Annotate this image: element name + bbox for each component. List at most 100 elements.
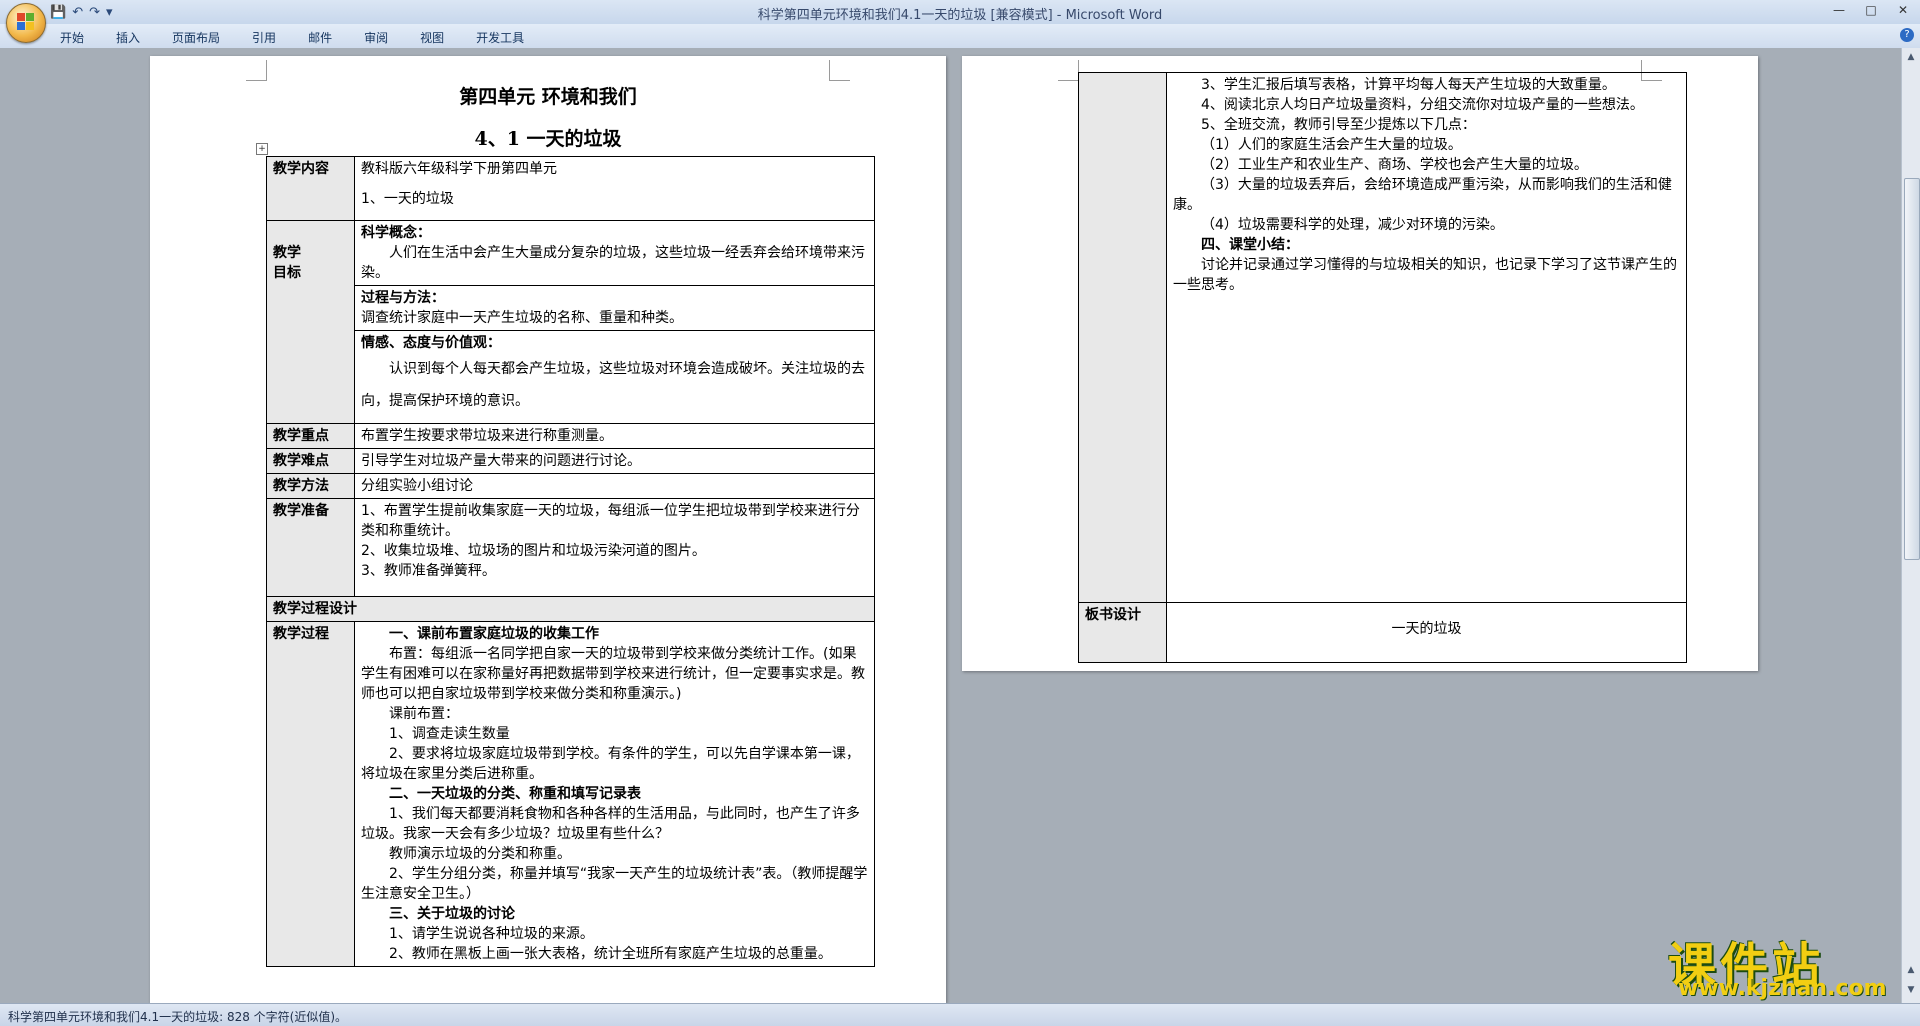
tab-home[interactable]: 开始 — [60, 29, 84, 46]
table-row: 板书设计 一天的垃圾 — [1078, 602, 1687, 663]
objective-title: 过程与方法： — [361, 290, 445, 306]
objective-text: 认识到每个人每天都会产生垃圾，这些垃圾对环境会造成破坏。关注垃圾的去向，提高保护… — [361, 361, 865, 409]
content-line: 四、课堂小结： — [1201, 237, 1299, 253]
watermark-url: www.kjzhan.com — [1678, 976, 1887, 1001]
tab-insert[interactable]: 插入 — [116, 29, 140, 46]
scroll-up-icon[interactable]: ▲ — [1904, 50, 1918, 64]
crop-mark — [1058, 60, 1079, 81]
content-line: 3、学生汇报后填写表格，计算平均每人每天产生垃圾的大致重量。 — [1201, 77, 1616, 93]
row-label: 教学难点 — [266, 448, 355, 474]
content-line: 1、请学生说说各种垃圾的来源。 — [389, 926, 594, 942]
objective-attitude: 情感、态度与价值观： 认识到每个人每天都会产生垃圾，这些垃圾对环境会造成破坏。关… — [355, 331, 874, 423]
objective-text: 调查统计家庭中一天产生垃圾的名称、重量和种类。 — [361, 310, 683, 326]
row-content[interactable]: 1、布置学生提前收集家庭一天的垃圾，每组派一位学生把垃圾带到学校来进行分类和称重… — [354, 498, 875, 597]
row-content[interactable]: 布置学生按要求带垃圾来进行称重测量。 — [354, 423, 875, 449]
content-line: 3、教师准备弹簧秤。 — [361, 563, 496, 579]
process-design-header: 教学过程设计 — [266, 596, 875, 622]
document-page-1[interactable]: 第四单元 环境和我们 4、1 一天的垃圾 教学内容 教科版六年级科学下册第四单元… — [150, 56, 946, 1003]
content-line: 1、一天的垃圾 — [361, 191, 454, 207]
objectives-label: 教学目标 — [273, 245, 301, 281]
content-line: （3）大量的垃圾丢弃后，会给环境造成严重污染，从而影响我们的生活和健康。 — [1173, 177, 1672, 213]
content-line: （2）工业生产和农业生产、商场、学校也会产生大量的垃圾。 — [1201, 157, 1588, 173]
document-page-2[interactable]: 3、学生汇报后填写表格，计算平均每人每天产生垃圾的大致重量。 4、阅读北京人均日… — [962, 56, 1758, 671]
scroll-thumb[interactable] — [1904, 178, 1920, 560]
row-content[interactable]: 3、学生汇报后填写表格，计算平均每人每天产生垃圾的大致重量。 4、阅读北京人均日… — [1166, 72, 1687, 603]
objective-title: 科学概念： — [361, 225, 431, 241]
content-line: 1、调查走读生数量 — [389, 726, 510, 742]
content-line: 1、布置学生提前收集家庭一天的垃圾，每组派一位学生把垃圾带到学校来进行分类和称重… — [361, 503, 860, 539]
content-line: 二、一天垃圾的分类、称重和填写记录表 — [389, 786, 641, 802]
table-row: 教学过程 一、课前布置家庭垃圾的收集工作 布置：每组派一名同学把自家一天的垃圾带… — [266, 621, 875, 967]
tab-mailings[interactable]: 邮件 — [308, 29, 332, 46]
table-row: 教学方法 分组实验小组讨论 — [266, 473, 875, 499]
tab-references[interactable]: 引用 — [252, 29, 276, 46]
objective-title: 情感、态度与价值观： — [361, 335, 501, 351]
objective-concept: 科学概念： 人们在生活中会产生大量成分复杂的垃圾，这些垃圾一经丢弃会给环境带来污… — [355, 221, 874, 286]
content-line: 4、阅读北京人均日产垃圾量资料，分组交流你对垃圾产量的一些想法。 — [1201, 97, 1644, 113]
redo-icon[interactable]: ↷ — [89, 5, 100, 20]
quick-access-toolbar: 💾 ↶ ↷ ▾ — [50, 3, 113, 21]
lesson-plan-table-continued: 3、学生汇报后填写表格，计算平均每人每天产生垃圾的大致重量。 4、阅读北京人均日… — [1078, 72, 1687, 663]
undo-icon[interactable]: ↶ — [72, 5, 83, 20]
lesson-plan-table: 教学内容 教科版六年级科学下册第四单元 1、一天的垃圾 教学目标 科学概念： 人… — [266, 156, 875, 967]
maximize-button[interactable]: □ — [1858, 2, 1884, 18]
status-bar: 科学第四单元环境和我们4.1一天的垃圾: 828 个字符(近似值)。 — [0, 1003, 1920, 1026]
office-logo-icon — [17, 13, 35, 31]
site-watermark: 课件站 www.kjzhan.com — [1668, 926, 1908, 1002]
content-line: 教师演示垃圾的分类和称重。 — [389, 846, 571, 862]
tab-view[interactable]: 视图 — [420, 29, 444, 46]
content-line: 1、我们每天都要消耗食物和各种各样的生活用品，与此同时，也产生了许多垃圾。我家一… — [361, 806, 860, 842]
save-icon[interactable]: 💾 — [50, 5, 66, 20]
unit-heading: 第四单元 环境和我们 — [459, 86, 637, 108]
lesson-heading: 4、1 一天的垃圾 — [474, 128, 622, 150]
status-text: 科学第四单元环境和我们4.1一天的垃圾: 828 个字符(近似值)。 — [8, 1010, 348, 1024]
content-line: 三、关于垃圾的讨论 — [389, 906, 515, 922]
row-label: 教学内容 — [266, 156, 355, 221]
row-label: 教学方法 — [266, 473, 355, 499]
content-line: 2、要求将垃圾家庭垃圾带到学校。有条件的学生，可以先自学课本第一课，将垃圾在家里… — [361, 746, 860, 782]
content-line: 课前布置： — [389, 706, 459, 722]
minimize-button[interactable]: — — [1826, 2, 1852, 18]
table-row: 教学目标 科学概念： 人们在生活中会产生大量成分复杂的垃圾，这些垃圾一经丢弃会给… — [266, 220, 875, 424]
ribbon: 开始 插入 页面布局 引用 邮件 审阅 视图 开发工具 ? — [0, 24, 1920, 49]
content-line: （1）人们的家庭生活会产生大量的垃圾。 — [1201, 137, 1462, 153]
window-controls: — □ ✕ — [1826, 2, 1916, 18]
ribbon-tabs: 开始 插入 页面布局 引用 邮件 审阅 视图 开发工具 — [60, 29, 556, 46]
row-label: 教学过程 — [266, 621, 355, 967]
help-icon[interactable]: ? — [1900, 28, 1914, 42]
row-content[interactable]: 科学概念： 人们在生活中会产生大量成分复杂的垃圾，这些垃圾一经丢弃会给环境带来污… — [354, 220, 875, 424]
content-line: 讨论并记录通过学习懂得的与垃圾相关的知识，也记录下学习了这节课产生的一些思考。 — [1173, 257, 1677, 293]
row-content[interactable]: 分组实验小组讨论 — [354, 473, 875, 499]
row-content[interactable]: 一、课前布置家庭垃圾的收集工作 布置：每组派一名同学把自家一天的垃圾带到学校来做… — [354, 621, 875, 967]
row-content[interactable]: 引导学生对垃圾产量大带来的问题进行讨论。 — [354, 448, 875, 474]
table-row: 教学准备 1、布置学生提前收集家庭一天的垃圾，每组派一位学生把垃圾带到学校来进行… — [266, 498, 875, 597]
row-label: 教学准备 — [266, 498, 355, 597]
content-line: 2、学生分组分类，称量并填写“我家一天产生的垃圾统计表”表。（教师提醒学生注意安… — [361, 866, 868, 902]
objective-text: 人们在生活中会产生大量成分复杂的垃圾，这些垃圾一经丢弃会给环境带来污染。 — [361, 245, 865, 281]
table-row: 教学过程设计 — [266, 596, 875, 622]
row-label — [1078, 72, 1167, 603]
tab-page-layout[interactable]: 页面布局 — [172, 29, 220, 46]
content-line: 2、收集垃圾堆、垃圾场的图片和垃圾污染河道的图片。 — [361, 543, 706, 559]
table-row: 教学内容 教科版六年级科学下册第四单元 1、一天的垃圾 — [266, 156, 875, 221]
tab-developer[interactable]: 开发工具 — [476, 29, 524, 46]
row-label: 教学重点 — [266, 423, 355, 449]
content-line: （4）垃圾需要科学的处理，减少对环境的污染。 — [1201, 217, 1504, 233]
content-line: 2、教师在黑板上画一张大表格，统计全班所有家庭产生垃圾的总重量。 — [389, 946, 832, 962]
row-content[interactable]: 教科版六年级科学下册第四单元 1、一天的垃圾 — [354, 156, 875, 221]
content-line: 布置：每组派一名同学把自家一天的垃圾带到学校来做分类统计工作。(如果学生有困难可… — [361, 646, 865, 702]
crop-mark — [829, 60, 850, 81]
customize-qat-icon[interactable]: ▾ — [106, 5, 113, 20]
board-design-text: 一天的垃圾 — [1391, 621, 1462, 637]
window-title: 科学第四单元环境和我们4.1一天的垃圾 [兼容模式] - Microsoft W… — [757, 8, 1163, 23]
vertical-scrollbar[interactable]: ▲ ▲ ▼ — [1901, 48, 1920, 1003]
crop-mark — [246, 60, 267, 81]
table-row: 教学难点 引导学生对垃圾产量大带来的问题进行讨论。 — [266, 448, 875, 474]
title-bar: 科学第四单元环境和我们4.1一天的垃圾 [兼容模式] - Microsoft W… — [0, 0, 1920, 24]
row-content[interactable]: 一天的垃圾 — [1166, 602, 1687, 663]
table-move-handle-icon[interactable]: + — [256, 143, 268, 155]
tab-review[interactable]: 审阅 — [364, 29, 388, 46]
office-button[interactable] — [6, 3, 46, 43]
close-button[interactable]: ✕ — [1890, 2, 1916, 18]
content-line: 教科版六年级科学下册第四单元 — [361, 161, 557, 177]
